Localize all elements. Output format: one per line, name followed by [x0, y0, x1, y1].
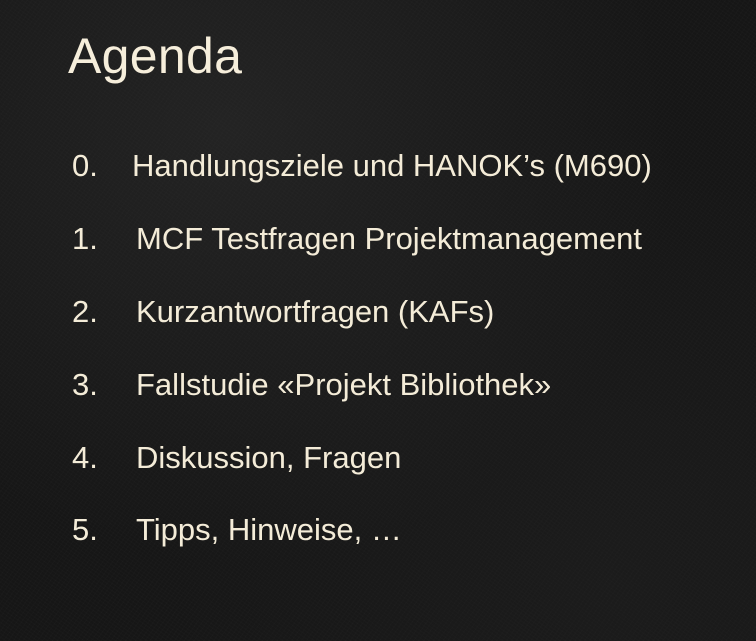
- agenda-item-number: 0.: [72, 148, 98, 183]
- agenda-item-3: 3. Fallstudie «Projekt Bibliothek»: [72, 369, 551, 400]
- agenda-item-0: 0. Handlungsziele und HANOK’s (M690): [72, 150, 652, 181]
- agenda-item-text: Tipps, Hinweise, …: [136, 512, 402, 547]
- agenda-item-number: 2.: [72, 294, 98, 329]
- agenda-item-text: Kurzantwortfragen (KAFs): [136, 294, 495, 329]
- slide-title: Agenda: [68, 28, 243, 84]
- agenda-item-2: 2. Kurzantwortfragen (KAFs): [72, 296, 494, 327]
- agenda-item-1: 1. MCF Testfragen Projektmanagement: [72, 223, 642, 254]
- agenda-item-number: 5.: [72, 512, 98, 547]
- agenda-item-text: Diskussion, Fragen: [136, 440, 402, 475]
- agenda-item-number: 3.: [72, 367, 98, 402]
- agenda-item-4: 4. Diskussion, Fragen: [72, 442, 401, 473]
- agenda-item-number: 1.: [72, 221, 98, 256]
- agenda-item-number: 4.: [72, 440, 98, 475]
- agenda-item-5: 5. Tipps, Hinweise, …: [72, 514, 402, 545]
- agenda-item-text: Handlungsziele und HANOK’s (M690): [132, 148, 652, 183]
- slide: Agenda 0. Handlungsziele und HANOK’s (M69…: [0, 0, 756, 641]
- agenda-item-text: Fallstudie «Projekt Bibliothek»: [136, 367, 552, 402]
- agenda-item-text: MCF Testfragen Projektmanagement: [136, 221, 642, 256]
